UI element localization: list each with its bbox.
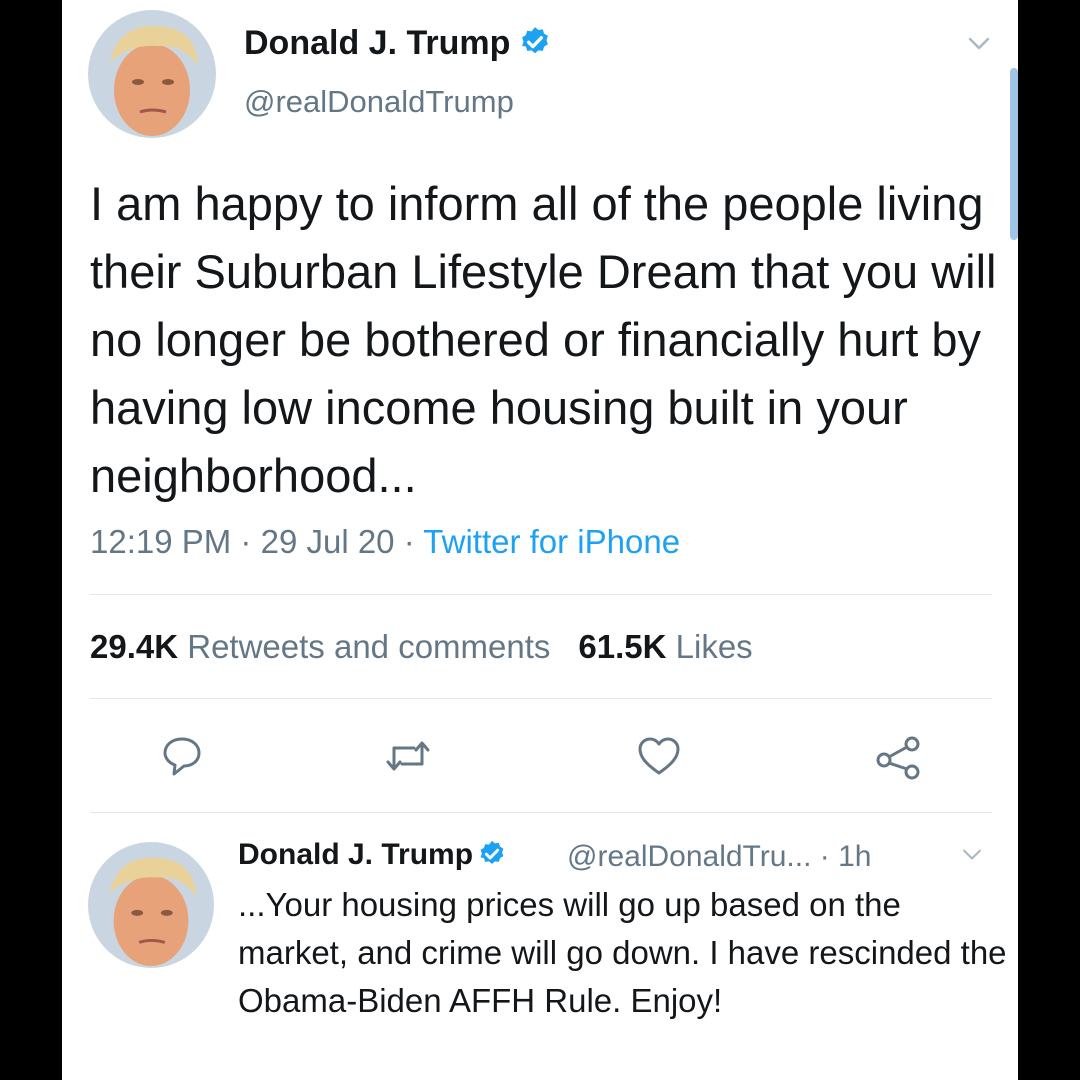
divider — [90, 812, 992, 813]
tweet-time: 12:19 PM — [90, 523, 232, 560]
meta-separator: · — [403, 523, 415, 560]
divider — [90, 698, 992, 699]
retweet-icon[interactable] — [384, 734, 432, 778]
verified-badge-icon — [522, 27, 549, 54]
avatar[interactable] — [88, 10, 216, 138]
reply-icon[interactable] — [160, 734, 204, 778]
author-name-text: Donald J. Trump — [244, 24, 511, 62]
retweets-count: 29.4K — [90, 628, 179, 665]
reply-author-name-text: Donald J. Trump — [238, 838, 474, 871]
heart-icon[interactable] — [636, 734, 682, 778]
likes-stat[interactable]: 61.5K Likes — [578, 628, 752, 665]
author-handle[interactable]: @realDonaldTrump — [244, 84, 514, 120]
tweet-panel: Donald J. Trump @realDonaldTrump I am ha… — [62, 0, 1018, 1080]
reply-tweet-text: ...Your housing prices will go up based … — [238, 886, 1007, 1019]
divider — [90, 594, 992, 595]
chevron-down-icon[interactable] — [962, 848, 982, 862]
reply-author-handle-time[interactable]: @realDonaldTru... · 1h — [567, 840, 871, 874]
chevron-down-icon[interactable] — [968, 36, 990, 52]
tweet-stats: 29.4K Retweets and comments 61.5K Likes — [90, 628, 753, 666]
share-icon[interactable] — [874, 734, 924, 780]
author-name[interactable]: Donald J. Trump — [244, 24, 552, 63]
tweet-source-link[interactable]: Twitter for iPhone — [423, 523, 680, 560]
retweets-stat[interactable]: 29.4K Retweets and comments — [90, 628, 550, 665]
likes-count: 61.5K — [578, 628, 667, 665]
retweets-label: Retweets and comments — [187, 628, 551, 665]
reply-author-name[interactable]: Donald J. Trump — [238, 838, 507, 872]
likes-label: Likes — [675, 628, 753, 665]
tweet-text: I am happy to inform all of the people l… — [90, 177, 997, 502]
tweet-meta: 12:19 PM · 29 Jul 20 · Twitter for iPhon… — [90, 523, 680, 561]
verified-badge-icon — [480, 840, 504, 864]
avatar[interactable] — [88, 842, 214, 968]
meta-separator: · — [240, 523, 252, 560]
tweet-date: 29 Jul 20 — [260, 523, 395, 560]
scrollbar[interactable] — [1010, 68, 1018, 240]
